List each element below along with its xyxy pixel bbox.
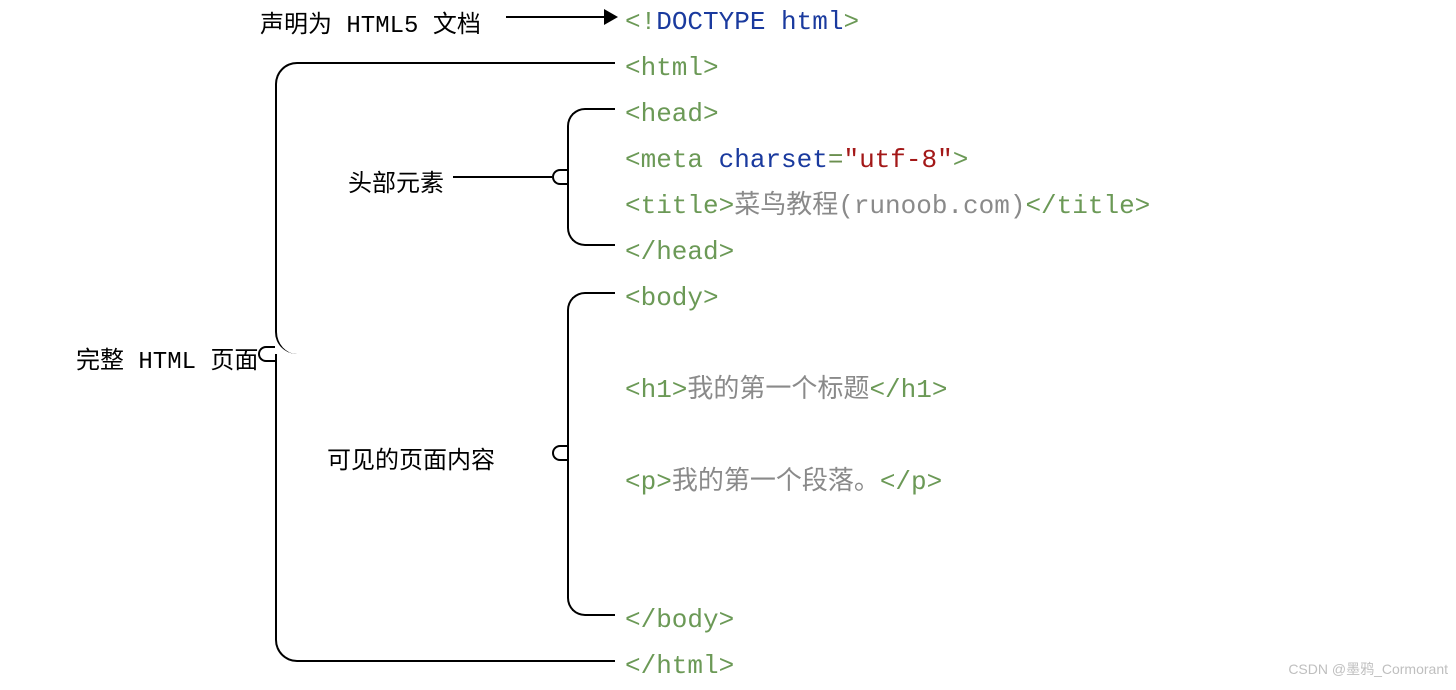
meta-tag: meta: [641, 145, 703, 176]
bracket-html-nib: [258, 346, 275, 362]
body-open-tag: <body>: [625, 283, 719, 314]
code-line-head-open: <head>: [625, 92, 1150, 138]
title-text: 菜鸟教程(runoob.com): [734, 191, 1025, 222]
meta-space: [703, 145, 719, 176]
bracket-head-nib: [552, 169, 567, 185]
code-line-html-open: <html>: [625, 46, 1150, 92]
meta-attr: charset: [719, 145, 828, 176]
p-close-tag: </p>: [880, 467, 942, 498]
bracket-html-top: [275, 62, 615, 354]
p-open-tag: <p>: [625, 467, 672, 498]
title-open-tag: <title>: [625, 191, 734, 222]
code-line-blank1: [625, 322, 1150, 368]
doctype-space: [765, 7, 781, 38]
meta-open: <: [625, 145, 641, 176]
code-line-p: <p>我的第一个段落。</p>: [625, 460, 1150, 506]
code-line-meta: <meta charset="utf-8">: [625, 138, 1150, 184]
meta-close: >: [953, 145, 969, 176]
watermark: CSDN @墨鸦_Cormorant: [1288, 659, 1448, 679]
bracket-body-bottom: [567, 453, 615, 616]
title-close-tag: </title>: [1025, 191, 1150, 222]
annotation-full-page: 完整 HTML 页面: [76, 340, 258, 376]
meta-eq: =: [828, 145, 844, 176]
bracket-html-bottom: [275, 354, 615, 662]
body-close-tag: </body>: [625, 605, 734, 636]
p-text: 我的第一个段落。: [672, 467, 880, 498]
code-line-head-close: </head>: [625, 230, 1150, 276]
code-line-title: <title>菜鸟教程(runoob.com)</title>: [625, 184, 1150, 230]
arrow-doctype: [506, 16, 616, 18]
doctype-keyword: DOCTYPE: [656, 7, 765, 38]
code-line-blank4: [625, 552, 1150, 598]
doctype-open: <!: [625, 7, 656, 38]
doctype-close: >: [843, 7, 859, 38]
h1-close-tag: </h1>: [869, 375, 947, 406]
code-line-doctype: <!DOCTYPE html>: [625, 0, 1150, 46]
h1-text: 我的第一个标题: [687, 375, 869, 406]
doctype-html: html: [781, 7, 843, 38]
code-block: <!DOCTYPE html> <html> <head> <meta char…: [625, 0, 1150, 690]
code-line-blank3: [625, 506, 1150, 552]
code-line-h1: <h1>我的第一个标题</h1>: [625, 368, 1150, 414]
bracket-head-top: [567, 108, 615, 177]
code-line-body-open: <body>: [625, 276, 1150, 322]
head-open-tag: <head>: [625, 99, 719, 130]
h1-open-tag: <h1>: [625, 375, 687, 406]
annotation-doctype: 声明为 HTML5 文档: [260, 4, 481, 40]
bracket-body-top: [567, 292, 615, 453]
html-close-tag: </html>: [625, 651, 734, 682]
code-line-html-close: </html>: [625, 644, 1150, 690]
head-close-tag: </head>: [625, 237, 734, 268]
code-line-body-close: </body>: [625, 598, 1150, 644]
meta-val: "utf-8": [843, 145, 952, 176]
html-open-tag: <html>: [625, 53, 719, 84]
bracket-head-bottom: [567, 177, 615, 246]
bracket-body-nib: [552, 445, 567, 461]
code-line-blank2: [625, 414, 1150, 460]
